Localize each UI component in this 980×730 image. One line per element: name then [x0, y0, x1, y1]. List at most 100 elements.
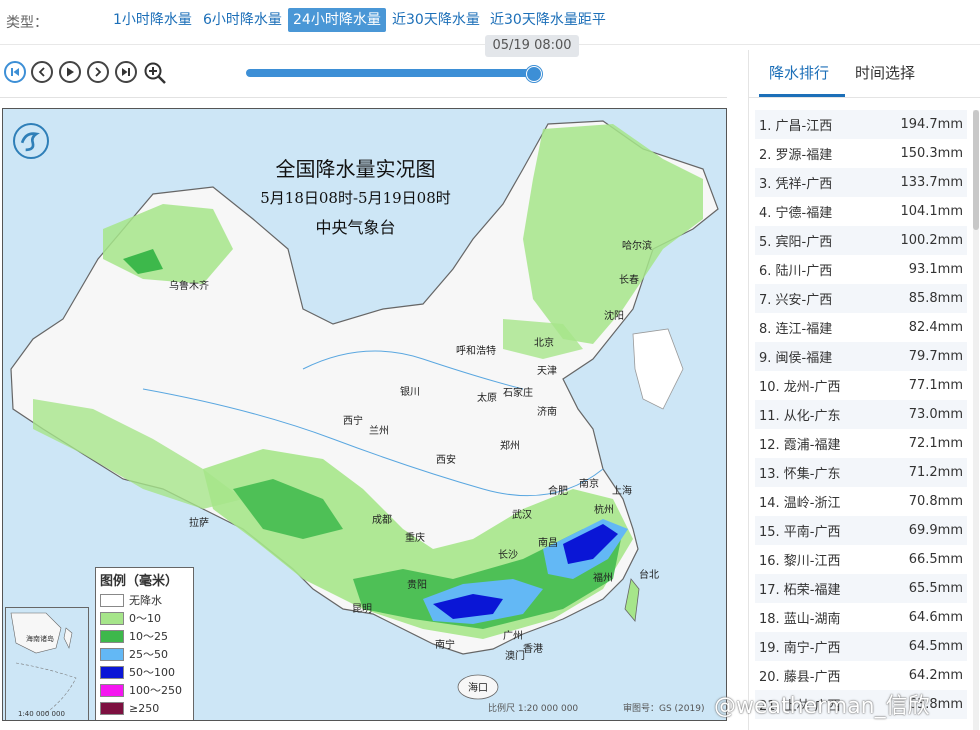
play-icon[interactable]	[59, 61, 81, 83]
tab-30d-anomaly[interactable]: 近30天降水量距平	[485, 8, 611, 32]
city-label: 长春	[619, 275, 639, 286]
city-label: 南京	[579, 479, 599, 490]
skip-to-first-icon[interactable]	[4, 61, 26, 83]
city-label: 兰州	[369, 426, 389, 437]
precip-value: 100.2mm	[900, 233, 963, 248]
scrollbar[interactable]	[973, 110, 979, 730]
tab-30d-precip[interactable]: 近30天降水量	[387, 8, 485, 32]
scrollbar-thumb[interactable]	[973, 110, 979, 230]
time-slider-handle[interactable]	[526, 66, 542, 82]
city-label: 贵阳	[407, 580, 427, 591]
precipitation-map: 全国降水量实况图 5月18日08时-5月19日08时 中央气象台 乌鲁木齐 哈尔…	[2, 108, 727, 721]
city-label: 天津	[537, 366, 557, 377]
ranking-row[interactable]: 19. 南宁-广西 64.5mm	[755, 632, 967, 661]
previous-icon[interactable]	[31, 61, 53, 83]
skip-to-last-icon[interactable]	[115, 61, 137, 83]
city-label: 长沙	[498, 550, 518, 561]
city-label: 南宁	[435, 640, 455, 651]
precip-value: 64.2mm	[908, 668, 963, 683]
divider	[0, 97, 727, 98]
precip-value: 77.1mm	[908, 378, 963, 393]
legend-item: 0～10	[96, 609, 193, 627]
city-label: 南昌	[538, 538, 558, 549]
city-label: 银川	[400, 387, 420, 398]
ranking-row[interactable]: 17. 柘荣-福建 65.5mm	[755, 574, 967, 603]
legend-swatch	[100, 629, 124, 643]
ranking-row[interactable]: 11. 从化-广东 73.0mm	[755, 400, 967, 429]
precip-value: 79.7mm	[908, 349, 963, 364]
ranking-row[interactable]: 10. 龙州-广西 77.1mm	[755, 371, 967, 400]
station-name: 9. 闽侯-福建	[759, 351, 833, 366]
station-name: 10. 龙州-广西	[759, 380, 841, 395]
ranking-row[interactable]: 8. 连江-福建 82.4mm	[755, 313, 967, 342]
tab-precip-ranking[interactable]: 降水排行	[769, 62, 829, 83]
map-period: 5月18日08时-5月19日08时	[260, 189, 451, 207]
ranking-row[interactable]: 20. 藤县-广西 64.2mm	[755, 661, 967, 690]
station-name: 11. 从化-广东	[759, 409, 841, 424]
legend-swatch	[100, 665, 124, 679]
city-label: 广州	[503, 631, 523, 642]
ranking-row[interactable]: 1. 广昌-江西 194.7mm	[755, 110, 967, 139]
ranking-row[interactable]: 12. 霞浦-福建 72.1mm	[755, 429, 967, 458]
city-label: 福州	[593, 573, 613, 584]
ranking-row[interactable]: 9. 闽侯-福建 79.7mm	[755, 342, 967, 371]
ranking-row[interactable]: 2. 罗源-福建 150.3mm	[755, 139, 967, 168]
city-label: 拉萨	[189, 518, 209, 529]
precip-value: 65.5mm	[908, 581, 963, 596]
city-label: 重庆	[405, 533, 425, 544]
city-label: 郑州	[500, 441, 520, 452]
legend-swatch	[100, 701, 124, 715]
ranking-row[interactable]: 18. 蓝山-湖南 64.6mm	[755, 603, 967, 632]
ranking-row[interactable]: 14. 温岭-浙江 70.8mm	[755, 487, 967, 516]
city-label: 乌鲁木齐	[169, 281, 209, 292]
zoom-in-icon[interactable]	[143, 61, 167, 85]
city-label: 合肥	[548, 486, 568, 497]
ranking-row[interactable]: 6. 陆川-广西 93.1mm	[755, 255, 967, 284]
legend-title: 图例（毫米）	[100, 574, 179, 589]
city-label: 沈阳	[604, 311, 624, 322]
station-name: 18. 蓝山-湖南	[759, 612, 841, 627]
station-name: 3. 凭祥-广西	[759, 177, 833, 192]
precip-value: 85.8mm	[908, 291, 963, 306]
watermark: @weatherman_信欣	[714, 694, 930, 719]
city-label: 香港	[523, 644, 543, 655]
ranking-row[interactable]: 4. 宁德-福建 104.1mm	[755, 197, 967, 226]
station-name: 20. 藤县-广西	[759, 670, 841, 685]
station-name: 4. 宁德-福建	[759, 206, 833, 221]
station-name: 7. 兴安-广西	[759, 293, 833, 308]
ranking-row[interactable]: 15. 平南-广西 69.9mm	[755, 516, 967, 545]
legend-swatch	[100, 647, 124, 661]
ranking-row[interactable]: 13. 怀集-广东 71.2mm	[755, 458, 967, 487]
city-label: 台北	[639, 570, 659, 581]
city-label: 西安	[436, 455, 456, 466]
precip-value: 82.4mm	[908, 320, 963, 335]
tab-6h-precip[interactable]: 6小时降水量	[198, 8, 287, 32]
city-label: 上海	[612, 486, 632, 497]
ranking-row[interactable]: 5. 宾阳-广西 100.2mm	[755, 226, 967, 255]
ranking-row[interactable]: 7. 兴安-广西 85.8mm	[755, 284, 967, 313]
city-label: 昆明	[352, 604, 372, 615]
next-icon[interactable]	[87, 61, 109, 83]
station-name: 14. 温岭-浙江	[759, 496, 841, 511]
legend-item: 10～25	[96, 627, 193, 645]
tab-time-select[interactable]: 时间选择	[855, 62, 915, 83]
station-name: 17. 柘荣-福建	[759, 583, 841, 598]
city-label: 西宁	[343, 416, 363, 427]
city-label: 北京	[534, 338, 554, 349]
station-name: 12. 霞浦-福建	[759, 438, 841, 453]
city-label: 石家庄	[503, 388, 533, 399]
city-label: 澳门	[505, 651, 525, 662]
ranking-row[interactable]: 3. 凭祥-广西 133.7mm	[755, 168, 967, 197]
inset-scale: 1:40 000 000	[18, 710, 65, 718]
tab-1h-precip[interactable]: 1小时降水量	[108, 8, 197, 32]
tab-24h-precip[interactable]: 24小时降水量	[288, 8, 386, 32]
ranking-row[interactable]: 16. 黎川-江西 66.5mm	[755, 545, 967, 574]
map-title: 全国降水量实况图	[275, 157, 436, 181]
city-label: 杭州	[594, 505, 614, 516]
precip-value: 64.5mm	[908, 639, 963, 654]
precip-value: 73.0mm	[908, 407, 963, 422]
station-name: 13. 怀集-广东	[759, 467, 841, 482]
precip-value: 93.1mm	[908, 262, 963, 277]
time-slider[interactable]	[246, 69, 534, 77]
type-label: 类型：	[6, 15, 48, 31]
